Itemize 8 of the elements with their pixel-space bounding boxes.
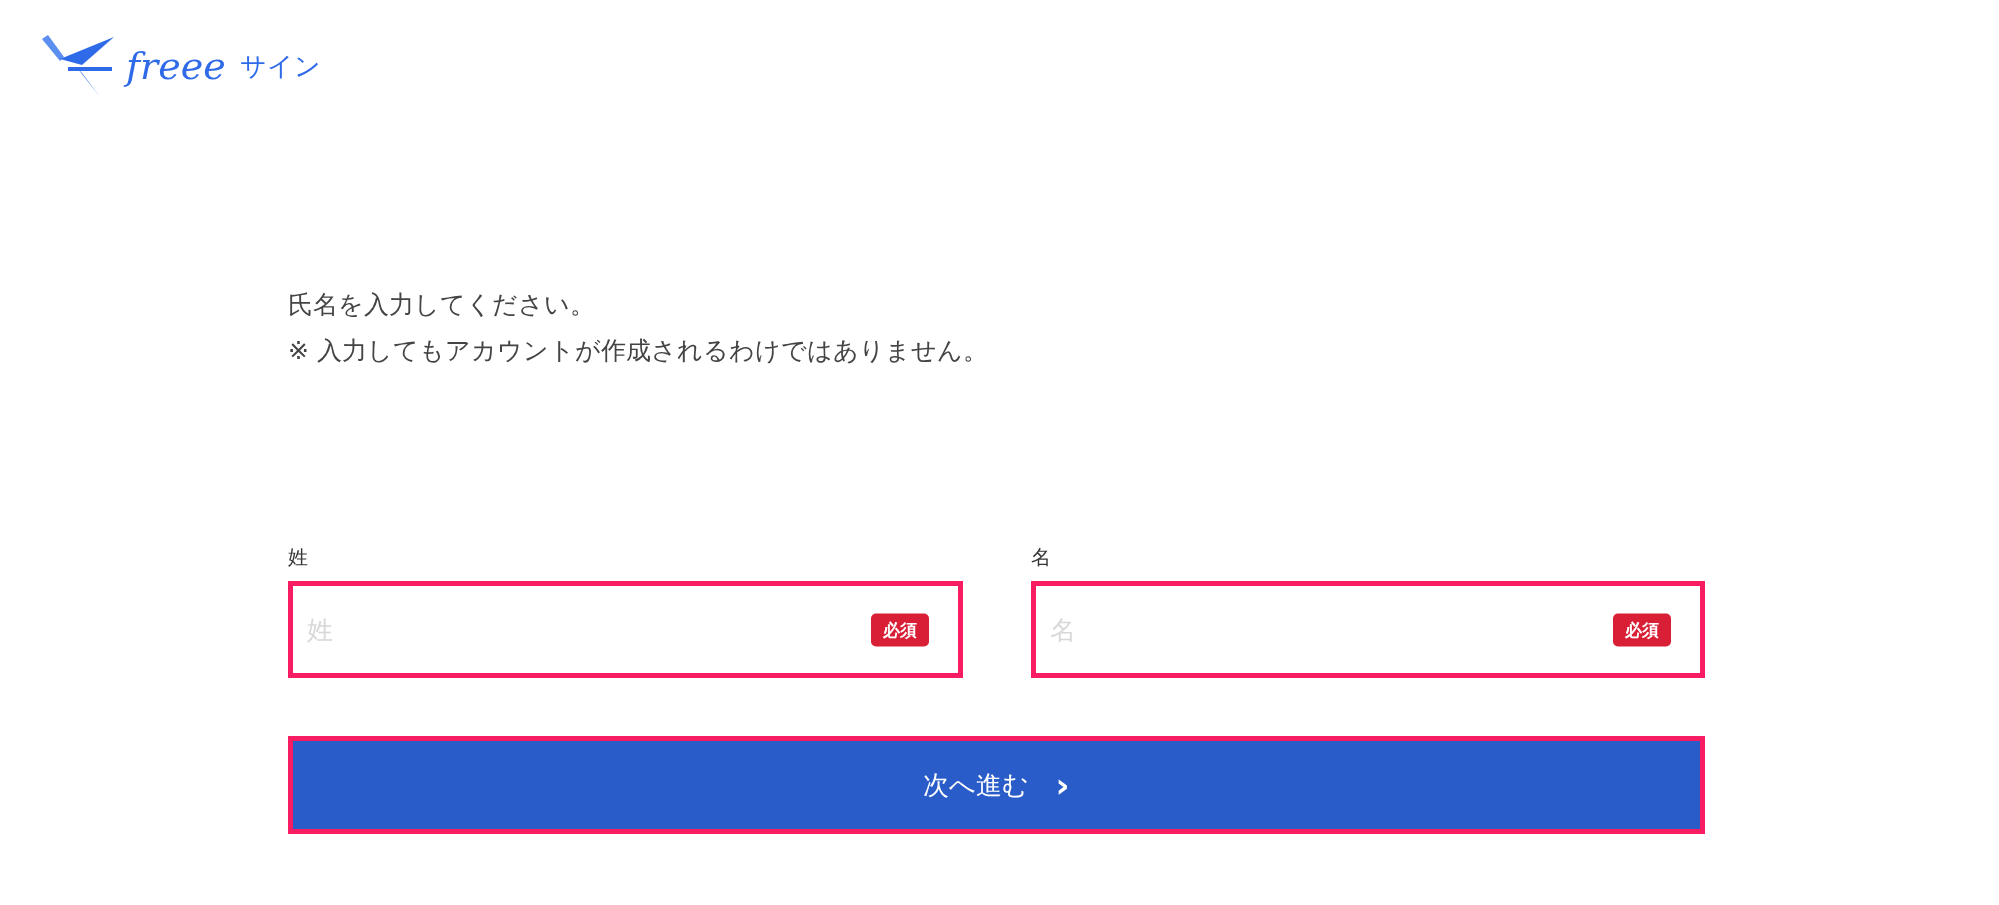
logo-product-name: サイン	[239, 49, 321, 83]
required-badge: 必須	[1613, 613, 1671, 646]
required-badge: 必須	[870, 613, 929, 646]
field-label: 名	[1030, 544, 1052, 571]
instruction-text: ※ 入力してもアカウントが作成されるわけではありません。	[288, 335, 989, 367]
instruction-text: 氏名を入力してください。	[288, 289, 596, 321]
next-button[interactable]: 次へ進む ›	[288, 736, 1705, 834]
field-label: 姓	[288, 544, 309, 571]
